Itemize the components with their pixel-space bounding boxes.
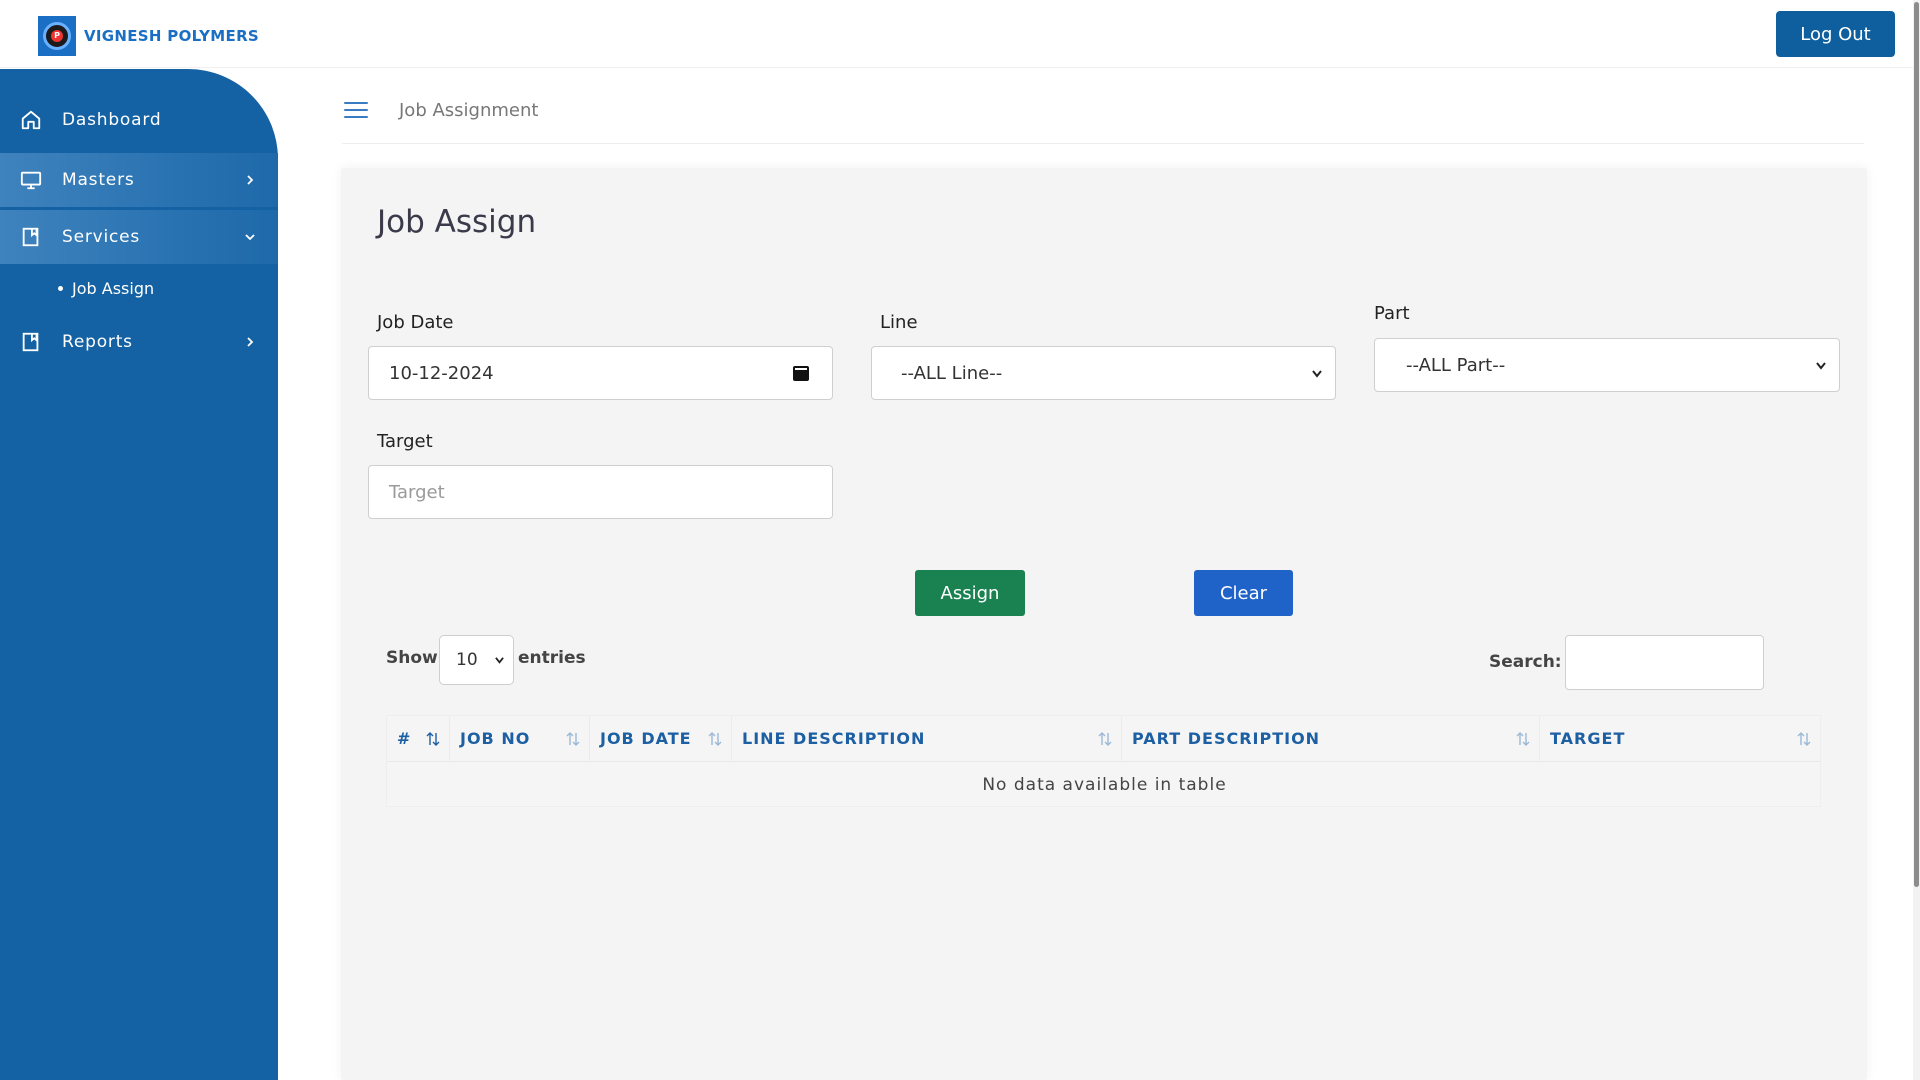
page-title: Job Assign <box>377 204 537 240</box>
sidebar-item-label: Dashboard <box>62 110 162 130</box>
scrollbar-thumb[interactable] <box>1914 2 1919 887</box>
entries-label: entries <box>518 648 586 668</box>
chevron-down-icon <box>1312 370 1322 378</box>
entries-value: 10 <box>456 650 478 670</box>
home-icon <box>21 110 41 130</box>
bookmark-icon <box>22 332 39 352</box>
column-header-line-description[interactable]: LINE DESCRIPTION <box>732 716 1122 762</box>
part-select[interactable]: --ALL Part-- <box>1374 338 1840 392</box>
sidebar: Dashboard Masters Services Job Assign Re… <box>0 69 278 1080</box>
job-date-value: 10-12-2024 <box>389 362 494 384</box>
sidebar-item-label: Services <box>62 227 141 247</box>
column-header-job-no[interactable]: JOB NO <box>450 716 590 762</box>
part-selected-value: --ALL Part-- <box>1406 354 1506 376</box>
chevron-right-icon <box>247 337 254 347</box>
bullet-icon <box>58 286 63 291</box>
menu-toggle-icon[interactable] <box>344 102 368 122</box>
part-label: Part <box>1374 303 1410 324</box>
monitor-icon <box>20 171 42 190</box>
sort-icon <box>1516 732 1530 746</box>
sort-icon <box>566 732 580 746</box>
top-bar: P VIGNESH POLYMERS Log Out <box>0 0 1920 68</box>
line-select[interactable]: --ALL Line-- <box>871 346 1336 400</box>
line-label: Line <box>880 312 918 333</box>
bookmark-icon <box>22 227 39 247</box>
chevron-right-icon <box>247 175 254 185</box>
sidebar-item-masters[interactable]: Masters <box>0 153 278 207</box>
brand-name: VIGNESH POLYMERS <box>84 27 260 45</box>
target-label: Target <box>377 431 433 452</box>
sidebar-item-reports[interactable]: Reports <box>0 315 278 369</box>
sort-icon <box>1797 732 1811 746</box>
column-header-job-date[interactable]: JOB DATE <box>590 716 732 762</box>
divider <box>342 143 1864 144</box>
sidebar-item-dashboard[interactable]: Dashboard <box>0 93 278 147</box>
page-scrollbar[interactable] <box>1913 0 1920 1080</box>
search-label: Search: <box>1489 652 1562 672</box>
job-date-label: Job Date <box>377 312 454 333</box>
brand-logo[interactable]: P VIGNESH POLYMERS <box>38 16 259 56</box>
entries-select[interactable]: 10 <box>439 635 514 685</box>
job-date-input[interactable]: 10-12-2024 <box>368 346 833 400</box>
sort-icon <box>1098 732 1112 746</box>
logo-icon: P <box>38 16 76 56</box>
calendar-icon[interactable] <box>792 364 810 382</box>
sort-icon <box>708 732 722 746</box>
sort-icon <box>426 732 440 746</box>
target-placeholder: Target <box>389 481 445 503</box>
target-input[interactable]: Target <box>368 465 833 519</box>
column-header-target[interactable]: TARGET <box>1540 716 1820 762</box>
sidebar-item-services[interactable]: Services <box>0 210 278 264</box>
chevron-down-icon <box>495 657 504 664</box>
sidebar-item-label: Reports <box>62 332 133 352</box>
line-selected-value: --ALL Line-- <box>901 362 1003 384</box>
chevron-down-icon <box>1816 362 1826 370</box>
column-header-part-description[interactable]: PART DESCRIPTION <box>1122 716 1540 762</box>
column-header-index[interactable]: # <box>387 716 450 762</box>
sidebar-subitem-job-assign[interactable]: Job Assign <box>58 279 154 298</box>
logout-button[interactable]: Log Out <box>1776 11 1895 57</box>
assign-button[interactable]: Assign <box>915 570 1025 616</box>
job-table: # JOB NO JOB DATE LINE DESCRIPTION PART … <box>386 715 1821 807</box>
sidebar-subitem-label: Job Assign <box>72 279 155 298</box>
show-label: Show <box>386 648 438 668</box>
chevron-down-icon <box>245 234 255 241</box>
search-input[interactable] <box>1565 635 1764 690</box>
empty-table-message: No data available in table <box>982 775 1227 795</box>
sidebar-item-label: Masters <box>62 170 135 190</box>
job-assign-card <box>341 168 1867 1080</box>
clear-button[interactable]: Clear <box>1194 570 1293 616</box>
breadcrumb: Job Assignment <box>399 100 539 121</box>
